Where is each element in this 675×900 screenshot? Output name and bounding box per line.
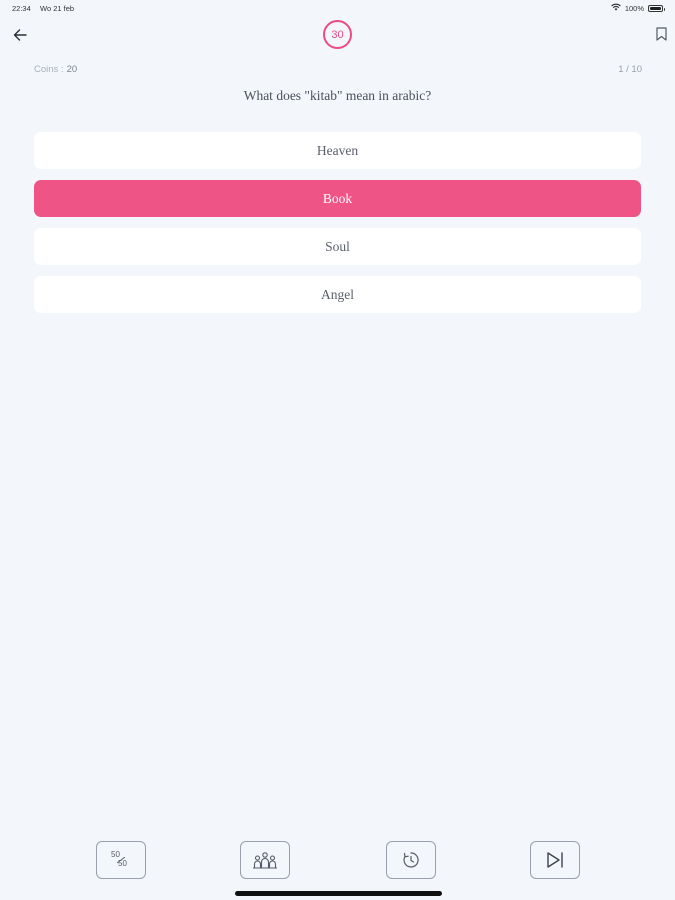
status-date: Wo 21 feb xyxy=(40,4,75,13)
extra-time-button[interactable] xyxy=(386,841,436,879)
coins-label: Coins : xyxy=(34,64,64,75)
question-text: What does "kitab" mean in arabic? xyxy=(243,88,432,103)
wifi-icon xyxy=(611,3,621,13)
status-bar: 22:34 Wo 21 feb 100% xyxy=(0,0,675,16)
audience-poll-button[interactable] xyxy=(240,841,290,879)
answer-option[interactable]: Soul xyxy=(34,228,641,265)
bookmark-button[interactable] xyxy=(656,27,670,43)
arrow-left-icon xyxy=(13,29,27,41)
fifty-fifty-icon: 50 50 xyxy=(111,850,131,870)
skip-icon xyxy=(547,852,563,868)
coins-value: 20 xyxy=(66,64,78,75)
bookmark-icon xyxy=(656,27,667,41)
answer-option[interactable]: Angel xyxy=(34,276,641,313)
answer-option[interactable]: Book xyxy=(34,180,641,217)
quiz-screen: 22:34 Wo 21 feb 100% 30 Coins: 20 1 / 1… xyxy=(0,0,675,900)
coins-counter: Coins :20 xyxy=(34,64,77,75)
home-indicator[interactable] xyxy=(235,891,442,896)
question-progress: 1 / 10 xyxy=(618,64,642,75)
extra-time-icon xyxy=(403,852,419,868)
skip-question-button[interactable] xyxy=(530,841,580,879)
status-time: 22:34 xyxy=(12,4,31,13)
battery-icon xyxy=(648,4,665,12)
lifeline-toolbar: 50 50 xyxy=(0,841,675,879)
countdown-timer: 30 xyxy=(323,20,352,49)
answer-options: Heaven Book Soul Angel xyxy=(34,132,641,324)
timer-value: 30 xyxy=(331,28,344,41)
fifty-bottom-label: 50 xyxy=(118,859,127,868)
battery-fill xyxy=(650,6,661,10)
status-indicators: 100% xyxy=(611,3,665,13)
back-button[interactable] xyxy=(10,26,30,44)
audience-icon xyxy=(253,852,277,869)
battery-percentage: 100% xyxy=(624,3,644,13)
fifty-fifty-button[interactable]: 50 50 xyxy=(96,841,146,879)
answer-option[interactable]: Heaven xyxy=(34,132,641,169)
